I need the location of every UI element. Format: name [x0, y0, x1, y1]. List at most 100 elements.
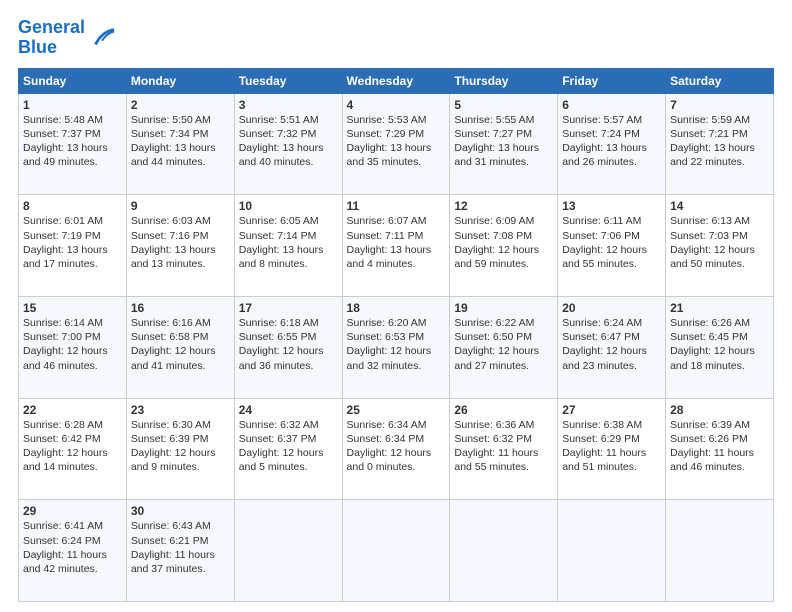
calendar-cell: 28Sunrise: 6:39 AMSunset: 6:26 PMDayligh… [666, 398, 774, 500]
calendar-cell: 23Sunrise: 6:30 AMSunset: 6:39 PMDayligh… [126, 398, 234, 500]
day-number: 14 [670, 198, 769, 214]
day-info-line: Sunset: 7:03 PM [670, 229, 769, 243]
day-info-line: Sunrise: 5:55 AM [454, 113, 553, 127]
day-info-line: and 44 minutes. [131, 155, 230, 169]
day-info-line: Daylight: 12 hours [670, 243, 769, 257]
calendar-cell: 20Sunrise: 6:24 AMSunset: 6:47 PMDayligh… [558, 296, 666, 398]
day-info-line: and 27 minutes. [454, 359, 553, 373]
day-info-line: Daylight: 11 hours [454, 446, 553, 460]
day-info-line: Daylight: 13 hours [347, 243, 446, 257]
day-info-line: and 37 minutes. [131, 562, 230, 576]
day-info-line: Sunset: 7:27 PM [454, 127, 553, 141]
day-number: 24 [239, 402, 338, 418]
week-row-2: 8Sunrise: 6:01 AMSunset: 7:19 PMDaylight… [19, 195, 774, 297]
day-info-line: and 0 minutes. [347, 460, 446, 474]
day-number: 29 [23, 503, 122, 519]
day-info-line: Daylight: 12 hours [347, 344, 446, 358]
day-number: 30 [131, 503, 230, 519]
day-info-line: Daylight: 13 hours [454, 141, 553, 155]
day-info-line: Sunset: 6:55 PM [239, 330, 338, 344]
day-info-line: and 36 minutes. [239, 359, 338, 373]
day-info-line: Sunrise: 6:05 AM [239, 214, 338, 228]
calendar-cell: 18Sunrise: 6:20 AMSunset: 6:53 PMDayligh… [342, 296, 450, 398]
day-number: 17 [239, 300, 338, 316]
day-info-line: and 55 minutes. [562, 257, 661, 271]
day-info-line: Daylight: 13 hours [239, 141, 338, 155]
calendar-cell: 17Sunrise: 6:18 AMSunset: 6:55 PMDayligh… [234, 296, 342, 398]
day-info-line: Daylight: 12 hours [347, 446, 446, 460]
day-info-line: and 49 minutes. [23, 155, 122, 169]
day-number: 7 [670, 97, 769, 113]
day-info-line: and 55 minutes. [454, 460, 553, 474]
day-info-line: Daylight: 11 hours [23, 548, 122, 562]
day-info-line: Sunrise: 6:30 AM [131, 418, 230, 432]
weekday-tuesday: Tuesday [234, 68, 342, 93]
day-info-line: and 23 minutes. [562, 359, 661, 373]
day-info-line: Sunset: 7:19 PM [23, 229, 122, 243]
day-info-line: Sunrise: 6:36 AM [454, 418, 553, 432]
day-info-line: Sunset: 7:21 PM [670, 127, 769, 141]
day-info-line: Sunset: 6:58 PM [131, 330, 230, 344]
day-number: 18 [347, 300, 446, 316]
day-number: 16 [131, 300, 230, 316]
calendar-cell: 29Sunrise: 6:41 AMSunset: 6:24 PMDayligh… [19, 500, 127, 602]
day-info-line: Sunrise: 6:26 AM [670, 316, 769, 330]
day-info-line: Daylight: 11 hours [131, 548, 230, 562]
week-row-4: 22Sunrise: 6:28 AMSunset: 6:42 PMDayligh… [19, 398, 774, 500]
calendar-cell: 16Sunrise: 6:16 AMSunset: 6:58 PMDayligh… [126, 296, 234, 398]
day-number: 13 [562, 198, 661, 214]
day-info-line: and 50 minutes. [670, 257, 769, 271]
day-info-line: Daylight: 13 hours [239, 243, 338, 257]
day-number: 19 [454, 300, 553, 316]
calendar-cell [234, 500, 342, 602]
day-info-line: and 8 minutes. [239, 257, 338, 271]
day-info-line: Sunset: 7:06 PM [562, 229, 661, 243]
day-number: 23 [131, 402, 230, 418]
logo: GeneralBlue [18, 18, 116, 58]
day-info-line: Sunrise: 6:01 AM [23, 214, 122, 228]
day-info-line: Sunrise: 6:38 AM [562, 418, 661, 432]
week-row-5: 29Sunrise: 6:41 AMSunset: 6:24 PMDayligh… [19, 500, 774, 602]
day-info-line: Sunrise: 6:16 AM [131, 316, 230, 330]
day-info-line: Sunset: 6:21 PM [131, 534, 230, 548]
day-info-line: Sunset: 7:14 PM [239, 229, 338, 243]
day-info-line: Sunrise: 6:18 AM [239, 316, 338, 330]
day-info-line: Daylight: 13 hours [131, 243, 230, 257]
day-number: 9 [131, 198, 230, 214]
day-info-line: Sunrise: 5:50 AM [131, 113, 230, 127]
calendar-cell: 11Sunrise: 6:07 AMSunset: 7:11 PMDayligh… [342, 195, 450, 297]
weekday-monday: Monday [126, 68, 234, 93]
day-number: 15 [23, 300, 122, 316]
day-info-line: Sunset: 7:11 PM [347, 229, 446, 243]
day-info-line: Daylight: 12 hours [23, 344, 122, 358]
calendar-cell: 13Sunrise: 6:11 AMSunset: 7:06 PMDayligh… [558, 195, 666, 297]
day-info-line: Daylight: 12 hours [131, 446, 230, 460]
day-info-line: Sunset: 6:50 PM [454, 330, 553, 344]
day-number: 1 [23, 97, 122, 113]
day-info-line: Sunrise: 6:07 AM [347, 214, 446, 228]
calendar-cell: 3Sunrise: 5:51 AMSunset: 7:32 PMDaylight… [234, 93, 342, 195]
calendar-cell [342, 500, 450, 602]
day-info-line: and 5 minutes. [239, 460, 338, 474]
day-info-line: Sunset: 7:32 PM [239, 127, 338, 141]
day-info-line: Sunrise: 6:03 AM [131, 214, 230, 228]
day-info-line: Daylight: 12 hours [670, 344, 769, 358]
weekday-sunday: Sunday [19, 68, 127, 93]
day-info-line: Sunrise: 5:59 AM [670, 113, 769, 127]
calendar-cell: 15Sunrise: 6:14 AMSunset: 7:00 PMDayligh… [19, 296, 127, 398]
day-info-line: Daylight: 13 hours [670, 141, 769, 155]
day-info-line: and 13 minutes. [131, 257, 230, 271]
day-info-line: and 35 minutes. [347, 155, 446, 169]
calendar-cell: 30Sunrise: 6:43 AMSunset: 6:21 PMDayligh… [126, 500, 234, 602]
day-number: 26 [454, 402, 553, 418]
day-info-line: Sunrise: 6:41 AM [23, 519, 122, 533]
calendar-cell: 7Sunrise: 5:59 AMSunset: 7:21 PMDaylight… [666, 93, 774, 195]
day-number: 3 [239, 97, 338, 113]
day-info-line: Daylight: 12 hours [454, 344, 553, 358]
day-info-line: Sunset: 7:37 PM [23, 127, 122, 141]
week-row-3: 15Sunrise: 6:14 AMSunset: 7:00 PMDayligh… [19, 296, 774, 398]
day-info-line: and 59 minutes. [454, 257, 553, 271]
day-info-line: Daylight: 13 hours [23, 141, 122, 155]
day-info-line: Sunset: 6:53 PM [347, 330, 446, 344]
day-info-line: Daylight: 13 hours [347, 141, 446, 155]
